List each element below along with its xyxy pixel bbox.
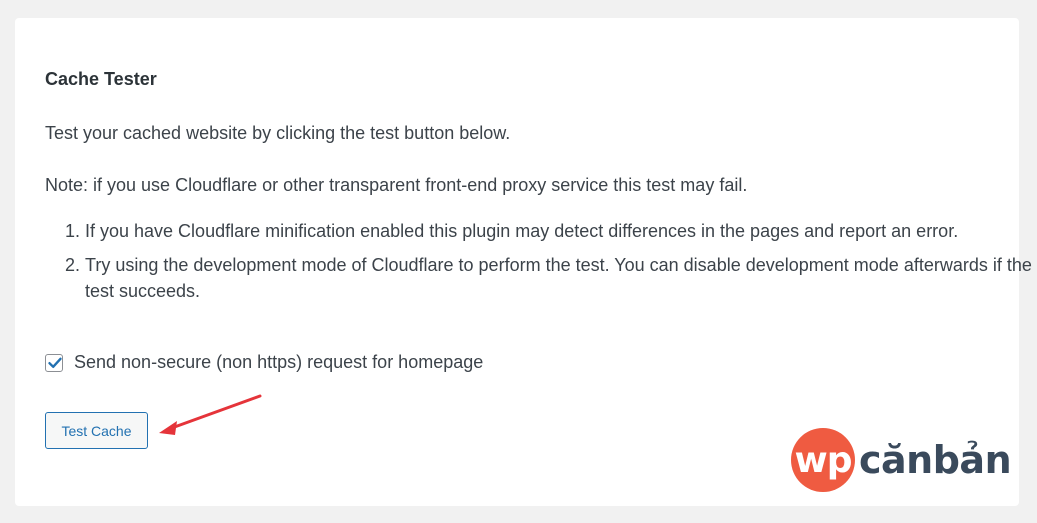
notes-list: If you have Cloudflare minification enab… [45,218,1035,312]
cache-tester-panel: Cache Tester Test your cached website by… [15,18,1032,506]
wpcanban-logo: wp cănbản [791,428,1012,492]
checkmark-icon [48,357,62,368]
note-text: Note: if you use Cloudflare or other tra… [45,175,748,195]
list-item: Try using the development mode of Cloudf… [85,252,1035,304]
checkbox-label: Send non-secure (non https) request for … [74,352,484,372]
list-item: If you have Cloudflare minification enab… [85,218,1035,244]
section-title: Cache Tester [45,69,157,89]
red-arrow-icon [159,394,262,435]
non-secure-checkbox[interactable] [45,353,63,372]
logo-text: cănbản [859,438,1012,482]
intro-text: Test your cached website by clicking the… [45,123,511,143]
non-secure-request-option[interactable]: Send non-secure (non https) request for … [45,352,483,373]
test-cache-button[interactable]: Test Cache [45,412,148,449]
logo-circle: wp [791,428,855,492]
